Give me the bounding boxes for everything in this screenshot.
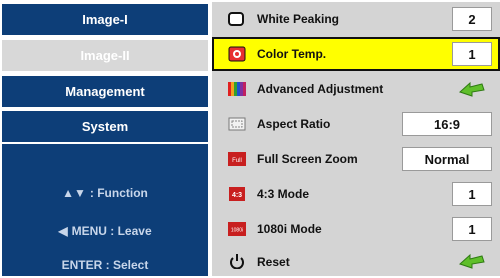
color-bars-icon bbox=[228, 81, 246, 97]
thermometer-icon bbox=[228, 46, 246, 62]
enter-arrow-icon[interactable] bbox=[458, 80, 486, 98]
setting-4-3-mode[interactable]: 4:3 4:3 Mode 1 bbox=[212, 177, 500, 211]
power-icon bbox=[228, 253, 246, 270]
tab-management[interactable]: Management bbox=[2, 76, 208, 107]
menu-sidebar: Image-I Image-II Management System ▲▼ : … bbox=[2, 2, 208, 276]
hint-function: ▲▼ : Function bbox=[2, 186, 208, 200]
color-temp-value[interactable]: 1 bbox=[452, 42, 492, 66]
tab-system[interactable]: System bbox=[2, 111, 208, 142]
hint-text: ENTER : Select bbox=[61, 258, 149, 272]
svg-text:Full: Full bbox=[232, 158, 242, 164]
settings-panel: White Peaking 2 Color Temp. 1 Advanced A… bbox=[212, 2, 500, 276]
key-hints-panel: ▲▼ : Function ◀ MENU : Leave ENTER : Sel… bbox=[2, 144, 208, 276]
white-peaking-value[interactable]: 2 bbox=[452, 7, 492, 31]
4-3-mode-icon: 4:3 bbox=[228, 186, 246, 202]
hint-leave: ◀ MENU : Leave bbox=[2, 224, 208, 238]
hint-text: : Function bbox=[89, 186, 148, 200]
setting-label: 4:3 Mode bbox=[257, 187, 310, 201]
setting-full-screen-zoom[interactable]: Full Full Screen Zoom Normal bbox=[212, 142, 500, 176]
setting-white-peaking[interactable]: White Peaking 2 bbox=[212, 2, 500, 36]
setting-color-temp[interactable]: Color Temp. 1 bbox=[212, 37, 500, 71]
setting-label: 1080i Mode bbox=[257, 222, 322, 236]
tab-label: Image-II bbox=[80, 48, 130, 63]
tab-label: System bbox=[81, 119, 129, 134]
osd-menu: Image-I Image-II Management System ▲▼ : … bbox=[0, 0, 500, 278]
aspect-ratio-value[interactable]: 16:9 bbox=[402, 112, 492, 136]
aspect-ratio-icon bbox=[228, 116, 246, 132]
tab-image-ii[interactable]: Image-II bbox=[2, 40, 208, 71]
1080i-mode-icon: 1080i bbox=[228, 221, 246, 237]
hint-select: ENTER : Select bbox=[2, 258, 208, 272]
tab-image-i[interactable]: Image-I bbox=[2, 4, 208, 35]
white-peaking-icon bbox=[228, 11, 246, 27]
tab-label: Image-I bbox=[82, 12, 128, 27]
setting-reset[interactable]: Reset bbox=[212, 247, 500, 276]
4-3-mode-value[interactable]: 1 bbox=[452, 182, 492, 206]
setting-label: Aspect Ratio bbox=[257, 117, 331, 131]
setting-1080i-mode[interactable]: 1080i 1080i Mode 1 bbox=[212, 212, 500, 246]
svg-text:1080i: 1080i bbox=[231, 228, 243, 234]
left-arrow-icon: ◀ bbox=[58, 224, 68, 238]
full-screen-zoom-value[interactable]: Normal bbox=[402, 147, 492, 171]
setting-aspect-ratio[interactable]: Aspect Ratio 16:9 bbox=[212, 107, 500, 141]
full-screen-icon: Full bbox=[228, 151, 246, 167]
up-down-arrows-icon: ▲▼ bbox=[62, 186, 86, 200]
setting-label: Advanced Adjustment bbox=[257, 82, 384, 96]
hint-text: MENU : Leave bbox=[71, 224, 152, 238]
setting-label: Color Temp. bbox=[257, 47, 327, 61]
setting-label: White Peaking bbox=[257, 12, 340, 26]
1080i-mode-value[interactable]: 1 bbox=[452, 217, 492, 241]
setting-label: Full Screen Zoom bbox=[257, 152, 358, 166]
svg-text:4:3: 4:3 bbox=[232, 192, 242, 199]
enter-arrow-icon[interactable] bbox=[458, 252, 486, 270]
tab-label: Management bbox=[65, 84, 145, 99]
setting-advanced-adjustment[interactable]: Advanced Adjustment bbox=[212, 72, 500, 106]
setting-label: Reset bbox=[257, 254, 290, 269]
